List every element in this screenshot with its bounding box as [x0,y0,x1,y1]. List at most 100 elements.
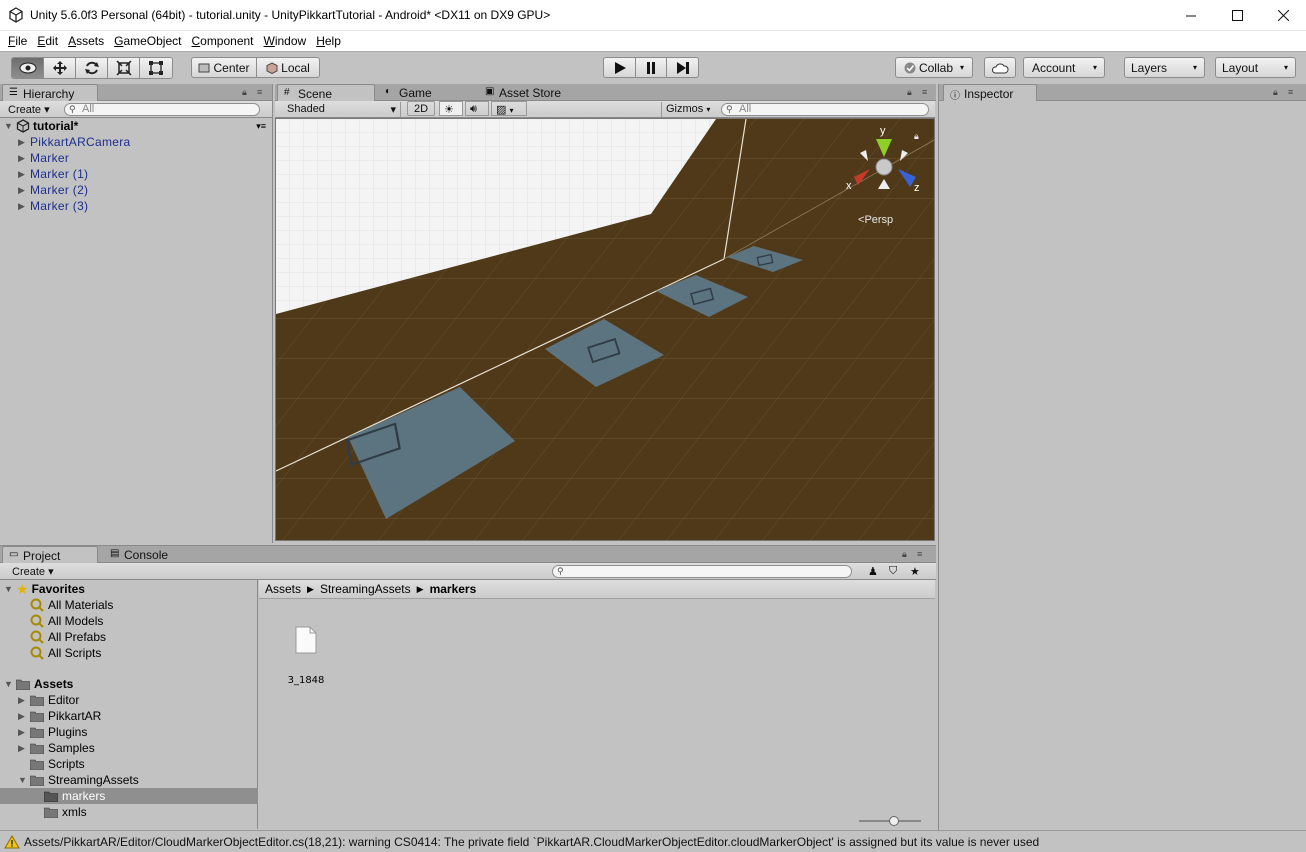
filter-by-type-button[interactable]: ♟ [864,564,884,579]
shading-mode-dropdown[interactable]: Shaded ▾ [283,102,401,117]
gizmo-lock-icon[interactable]: 🔒︎ [914,132,919,142]
expand-arrow-icon[interactable]: ▼ [4,584,16,594]
scale-tool-button[interactable] [108,58,140,78]
scene-search-input[interactable]: ⚲ All [721,103,929,116]
hierarchy-item[interactable]: ▶ Marker (1) [18,166,88,182]
tab-game[interactable]: ◐ Game [379,84,465,101]
minimize-button[interactable] [1168,0,1214,31]
menu-help[interactable]: Help [312,34,345,48]
cloud-button[interactable] [984,57,1016,78]
panel-menu-icon[interactable]: ≡ [1288,87,1293,97]
collapsed-arrow-icon[interactable]: ▶ [18,169,30,180]
play-button[interactable] [603,57,636,78]
folder-item-selected[interactable]: markers [0,788,258,804]
step-button[interactable] [666,57,699,78]
scene-menu-icon[interactable]: ▾≡ [256,121,266,132]
folder-item[interactable]: ▶ Samples [18,740,95,756]
collapsed-arrow-icon[interactable]: ▶ [18,727,30,738]
tab-project[interactable]: ▭ Project [2,546,98,563]
collapsed-arrow-icon[interactable]: ▶ [18,153,30,164]
favorite-button[interactable]: ★ [906,564,926,579]
tab-scene[interactable]: # Scene [277,84,375,101]
breadcrumb-item[interactable]: Assets [265,582,301,596]
folder-item[interactable]: ▼ StreamingAssets [18,772,139,788]
thumbnail-size-slider[interactable] [859,816,921,826]
tab-asset-store[interactable]: ▣ Asset Store [479,84,579,101]
menu-gameobject[interactable]: GameObject [110,34,185,48]
projection-label[interactable]: <Persp [858,214,893,226]
expand-arrow-icon[interactable]: ▼ [18,775,30,785]
pause-button[interactable] [635,57,667,78]
expand-arrow-icon[interactable]: ▼ [4,121,16,131]
rotate-tool-button[interactable] [76,58,108,78]
lock-icon[interactable]: 🔒︎ [1273,87,1278,98]
panel-menu-icon[interactable]: ≡ [257,87,262,97]
expand-arrow-icon[interactable]: ▼ [4,679,16,689]
slider-thumb[interactable] [889,816,899,826]
menu-file[interactable]: File [4,34,31,48]
move-tool-button[interactable] [44,58,76,78]
layout-dropdown[interactable]: Layout ▾ [1215,57,1296,78]
folder-item[interactable]: ▶ PikkartAR [18,708,101,724]
account-dropdown[interactable]: Account ▾ [1023,57,1105,78]
maximize-button[interactable] [1214,0,1260,31]
hierarchy-item[interactable]: ▶ Marker [18,150,69,166]
project-create-dropdown[interactable]: Create ▾ [8,564,58,579]
status-bar[interactable]: Assets/PikkartAR/Editor/CloudMarkerObjec… [0,830,1306,852]
project-search-input[interactable]: ⚲ [552,565,852,578]
breadcrumb-item[interactable]: StreamingAssets [320,582,411,596]
lock-icon[interactable]: 🔒︎ [907,87,912,98]
scene-root-row[interactable]: ▼ tutorial* ▾≡ [4,118,272,134]
scene-render[interactable]: y x z 🔒︎ <Persp [276,119,935,541]
folder-item[interactable]: ▶ Editor [18,692,79,708]
favorite-item[interactable]: All Prefabs [30,629,106,645]
collapsed-arrow-icon[interactable]: ▶ [18,137,30,148]
tab-console[interactable]: ▤ Console [104,546,188,563]
collapsed-arrow-icon[interactable]: ▶ [18,201,30,212]
scene-lighting-toggle[interactable]: ☀ [439,101,463,116]
tab-hierarchy[interactable]: ☰ Hierarchy [2,84,98,101]
panel-menu-icon[interactable]: ≡ [917,549,922,559]
lock-icon[interactable]: 🔒︎ [902,549,907,560]
gizmos-dropdown[interactable]: Gizmos ▾ [661,102,715,117]
collapsed-arrow-icon[interactable]: ▶ [18,695,30,706]
hierarchy-create-dropdown[interactable]: Create ▾ [4,102,54,117]
breadcrumb-item-current[interactable]: markers [430,582,477,596]
view-tool-button[interactable] [12,58,44,78]
rect-tool-button[interactable] [140,58,172,78]
scene-audio-toggle[interactable]: 🔊︎ [465,101,489,116]
menu-assets[interactable]: Assets [64,34,108,48]
mode-2d-toggle[interactable]: 2D [407,101,435,116]
lock-icon[interactable]: 🔒︎ [242,87,247,98]
favorite-item[interactable]: All Materials [30,597,113,613]
collab-dropdown[interactable]: Collab ▾ [895,57,973,78]
pivot-local-button[interactable]: Local [256,57,320,78]
collapsed-arrow-icon[interactable]: ▶ [18,711,30,722]
pivot-center-button[interactable]: Center [191,57,257,78]
hierarchy-item[interactable]: ▶ PikkartARCamera [18,134,131,150]
unity-logo-icon [9,7,23,23]
menu-window[interactable]: Window [260,34,311,48]
favorites-header[interactable]: ▼ ★ Favorites [4,581,85,597]
scene-effects-dropdown[interactable]: ▨ ▾ [491,101,527,116]
collapsed-arrow-icon[interactable]: ▶ [18,185,30,196]
assets-header[interactable]: ▼ Assets [4,676,73,692]
asset-file-item[interactable]: 3_1848 [283,626,329,686]
tab-inspector[interactable]: ⓘ Inspector [943,84,1037,102]
folder-item[interactable]: Scripts [30,756,85,772]
folder-item[interactable]: xmls [44,804,87,820]
collapsed-arrow-icon[interactable]: ▶ [18,743,30,754]
hierarchy-item[interactable]: ▶ Marker (2) [18,182,88,198]
scene-viewport[interactable]: y x z 🔒︎ <Persp [275,118,935,541]
layers-dropdown[interactable]: Layers ▾ [1124,57,1205,78]
hierarchy-item[interactable]: ▶ Marker (3) [18,198,88,214]
hierarchy-search-input[interactable]: ⚲ All [64,103,260,116]
filter-by-label-button[interactable]: ⛉ [885,564,905,579]
menu-edit[interactable]: Edit [33,34,62,48]
close-button[interactable] [1260,0,1306,31]
panel-menu-icon[interactable]: ≡ [922,87,927,97]
favorite-item[interactable]: All Models [30,613,103,629]
menu-component[interactable]: Component [187,34,257,48]
folder-item[interactable]: ▶ Plugins [18,724,87,740]
favorite-item[interactable]: All Scripts [30,645,101,661]
